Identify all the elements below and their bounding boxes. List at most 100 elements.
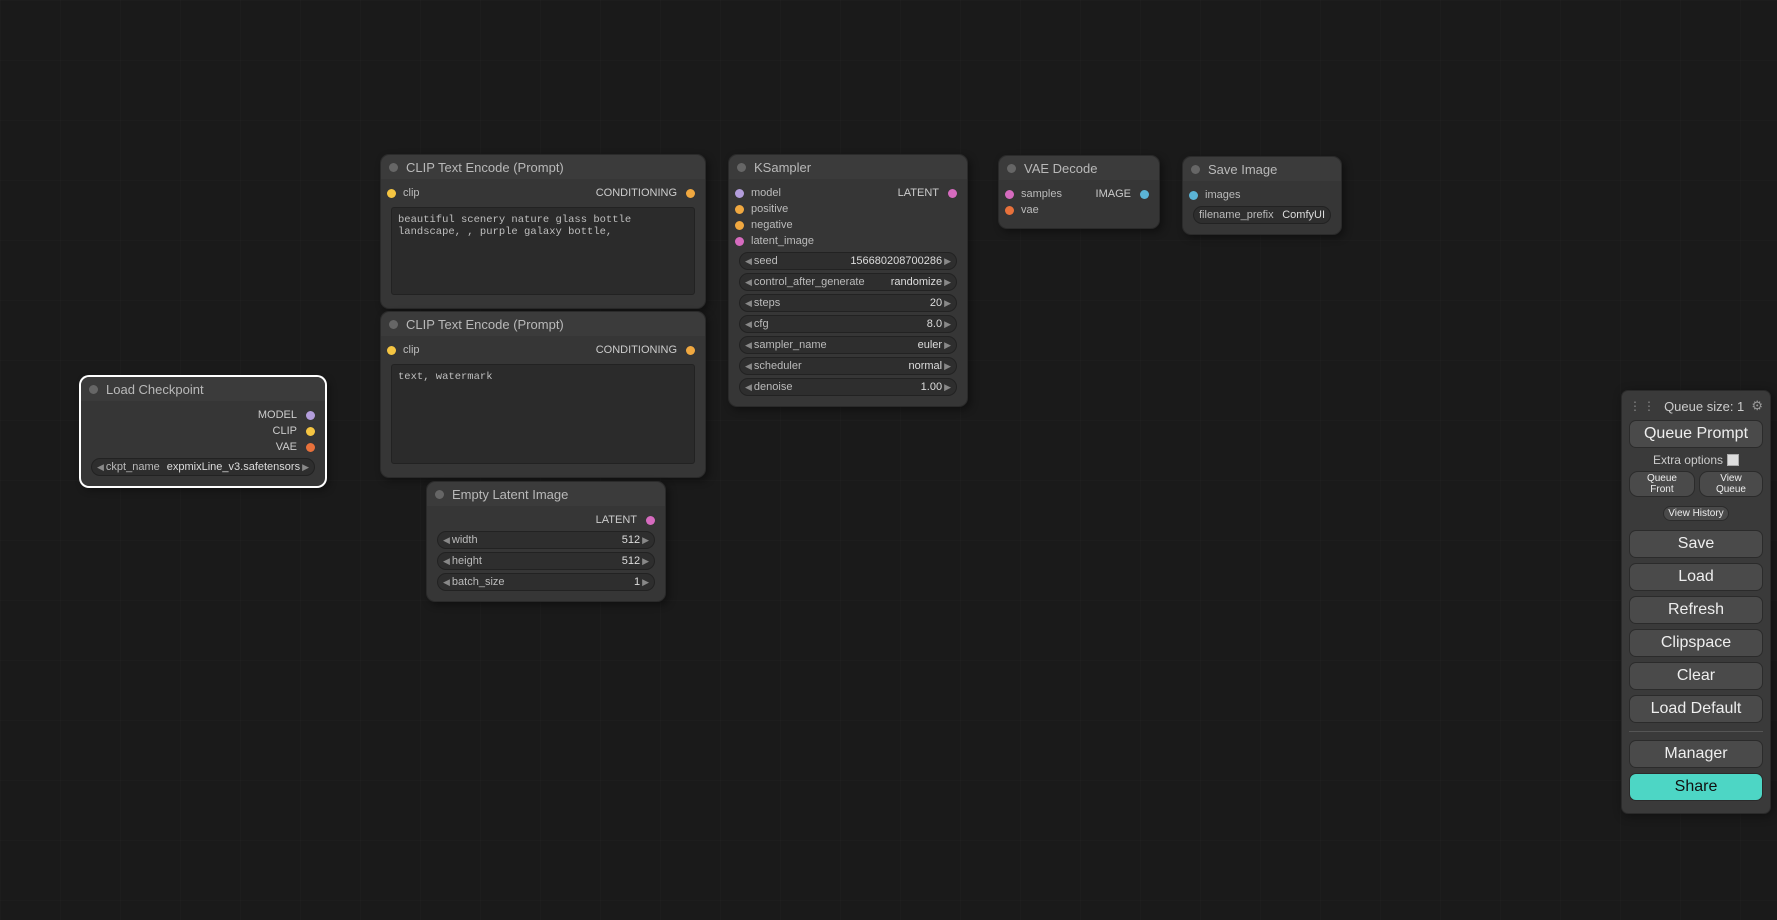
node-vae-decode[interactable]: VAE Decode samples IMAGE vae bbox=[998, 155, 1160, 229]
right-arrow-icon[interactable]: ▶ bbox=[944, 298, 951, 309]
node-title[interactable]: CLIP Text Encode (Prompt) bbox=[381, 312, 705, 336]
view-queue-button[interactable]: View Queue bbox=[1699, 471, 1763, 497]
drag-handle-icon[interactable]: ⋮⋮ bbox=[1629, 399, 1657, 413]
collapse-dot-icon[interactable] bbox=[89, 385, 98, 394]
right-arrow-icon[interactable]: ▶ bbox=[944, 340, 951, 351]
right-arrow-icon[interactable]: ▶ bbox=[944, 277, 951, 288]
input-images[interactable]: images bbox=[1193, 189, 1240, 201]
input-clip[interactable]: clip bbox=[391, 344, 420, 356]
output-model[interactable]: MODEL bbox=[258, 409, 315, 421]
port-icon[interactable] bbox=[948, 189, 957, 198]
widget-control-after-generate[interactable]: ◀control_after_generaterandomize▶ bbox=[739, 273, 957, 291]
port-icon[interactable] bbox=[1005, 190, 1014, 199]
node-empty-latent[interactable]: Empty Latent Image LATENT ◀width 512▶ ◀h… bbox=[426, 481, 666, 602]
manager-button[interactable]: Manager bbox=[1629, 740, 1763, 768]
input-latent-image[interactable]: latent_image bbox=[739, 235, 814, 247]
input-vae[interactable]: vae bbox=[1009, 204, 1039, 216]
widget-seed[interactable]: ◀seed156680208700286▶ bbox=[739, 252, 957, 270]
share-button[interactable]: Share bbox=[1629, 773, 1763, 801]
port-icon[interactable] bbox=[387, 189, 396, 198]
left-arrow-icon[interactable]: ◀ bbox=[745, 298, 752, 309]
widget-batch-size[interactable]: ◀batch_size 1▶ bbox=[437, 573, 655, 591]
left-arrow-icon[interactable]: ◀ bbox=[745, 382, 752, 393]
node-clip-positive[interactable]: CLIP Text Encode (Prompt) clip CONDITION… bbox=[380, 154, 706, 309]
port-icon[interactable] bbox=[1140, 190, 1149, 199]
port-icon[interactable] bbox=[1005, 206, 1014, 215]
extra-options-checkbox[interactable] bbox=[1727, 454, 1739, 466]
right-arrow-icon[interactable]: ▶ bbox=[944, 361, 951, 372]
node-title[interactable]: Load Checkpoint bbox=[81, 377, 325, 401]
widget-ckpt-name[interactable]: ◀ckpt_name expmixLine_v3.safetensors▶ bbox=[91, 458, 315, 476]
left-arrow-icon[interactable]: ◀ bbox=[97, 462, 104, 473]
left-arrow-icon[interactable]: ◀ bbox=[745, 361, 752, 372]
output-latent[interactable]: LATENT bbox=[898, 187, 957, 199]
widget-steps[interactable]: ◀steps20▶ bbox=[739, 294, 957, 312]
right-arrow-icon[interactable]: ▶ bbox=[302, 462, 309, 473]
port-icon[interactable] bbox=[735, 221, 744, 230]
node-load-checkpoint[interactable]: Load Checkpoint MODEL CLIP VAE ◀ckpt_nam… bbox=[80, 376, 326, 487]
collapse-dot-icon[interactable] bbox=[389, 320, 398, 329]
collapse-dot-icon[interactable] bbox=[389, 163, 398, 172]
left-arrow-icon[interactable]: ◀ bbox=[443, 535, 450, 546]
node-title[interactable]: Empty Latent Image bbox=[427, 482, 665, 506]
widget-denoise[interactable]: ◀denoise1.00▶ bbox=[739, 378, 957, 396]
port-icon[interactable] bbox=[646, 516, 655, 525]
clipspace-button[interactable]: Clipspace bbox=[1629, 629, 1763, 657]
output-clip[interactable]: CLIP bbox=[273, 425, 315, 437]
right-arrow-icon[interactable]: ▶ bbox=[642, 535, 649, 546]
port-icon[interactable] bbox=[735, 237, 744, 246]
right-arrow-icon[interactable]: ▶ bbox=[944, 319, 951, 330]
port-icon[interactable] bbox=[735, 205, 744, 214]
queue-front-button[interactable]: Queue Front bbox=[1629, 471, 1695, 497]
collapse-dot-icon[interactable] bbox=[1007, 164, 1016, 173]
output-image[interactable]: IMAGE bbox=[1096, 188, 1149, 200]
port-icon[interactable] bbox=[306, 443, 315, 452]
control-panel[interactable]: ⋮⋮ Queue size: 1 ⚙ Queue Prompt Extra op… bbox=[1621, 390, 1771, 814]
left-arrow-icon[interactable]: ◀ bbox=[745, 277, 752, 288]
collapse-dot-icon[interactable] bbox=[737, 163, 746, 172]
left-arrow-icon[interactable]: ◀ bbox=[745, 256, 752, 267]
input-model[interactable]: model bbox=[739, 187, 781, 199]
output-vae[interactable]: VAE bbox=[276, 441, 315, 453]
gear-icon[interactable]: ⚙ bbox=[1751, 398, 1763, 414]
widget-width[interactable]: ◀width 512▶ bbox=[437, 531, 655, 549]
left-arrow-icon[interactable]: ◀ bbox=[745, 340, 752, 351]
node-clip-negative[interactable]: CLIP Text Encode (Prompt) clip CONDITION… bbox=[380, 311, 706, 478]
left-arrow-icon[interactable]: ◀ bbox=[745, 319, 752, 330]
load-default-button[interactable]: Load Default bbox=[1629, 695, 1763, 723]
input-samples[interactable]: samples bbox=[1009, 188, 1062, 200]
collapse-dot-icon[interactable] bbox=[1191, 165, 1200, 174]
node-title[interactable]: Save Image bbox=[1183, 157, 1341, 181]
prompt-textarea[interactable] bbox=[391, 207, 695, 295]
widget-cfg[interactable]: ◀cfg8.0▶ bbox=[739, 315, 957, 333]
widget-filename-prefix[interactable]: filename_prefix ComfyUI bbox=[1193, 206, 1331, 224]
right-arrow-icon[interactable]: ▶ bbox=[944, 382, 951, 393]
load-button[interactable]: Load bbox=[1629, 563, 1763, 591]
save-button[interactable]: Save bbox=[1629, 530, 1763, 558]
view-history-button[interactable]: View History bbox=[1663, 506, 1728, 521]
right-arrow-icon[interactable]: ▶ bbox=[642, 556, 649, 567]
queue-prompt-button[interactable]: Queue Prompt bbox=[1629, 420, 1763, 448]
right-arrow-icon[interactable]: ▶ bbox=[944, 256, 951, 267]
left-arrow-icon[interactable]: ◀ bbox=[443, 556, 450, 567]
widget-height[interactable]: ◀height 512▶ bbox=[437, 552, 655, 570]
port-icon[interactable] bbox=[1189, 191, 1198, 200]
output-conditioning[interactable]: CONDITIONING bbox=[596, 187, 695, 199]
node-title[interactable]: CLIP Text Encode (Prompt) bbox=[381, 155, 705, 179]
port-icon[interactable] bbox=[686, 346, 695, 355]
collapse-dot-icon[interactable] bbox=[435, 490, 444, 499]
prompt-textarea[interactable] bbox=[391, 364, 695, 464]
clear-button[interactable]: Clear bbox=[1629, 662, 1763, 690]
node-title[interactable]: KSampler bbox=[729, 155, 967, 179]
port-icon[interactable] bbox=[686, 189, 695, 198]
right-arrow-icon[interactable]: ▶ bbox=[642, 577, 649, 588]
input-clip[interactable]: clip bbox=[391, 187, 420, 199]
input-negative[interactable]: negative bbox=[739, 219, 793, 231]
output-latent[interactable]: LATENT bbox=[596, 514, 655, 526]
widget-sampler-name[interactable]: ◀sampler_nameeuler▶ bbox=[739, 336, 957, 354]
refresh-button[interactable]: Refresh bbox=[1629, 596, 1763, 624]
left-arrow-icon[interactable]: ◀ bbox=[443, 577, 450, 588]
port-icon[interactable] bbox=[735, 189, 744, 198]
node-ksampler[interactable]: KSampler model LATENT positive negative … bbox=[728, 154, 968, 407]
input-positive[interactable]: positive bbox=[739, 203, 788, 215]
